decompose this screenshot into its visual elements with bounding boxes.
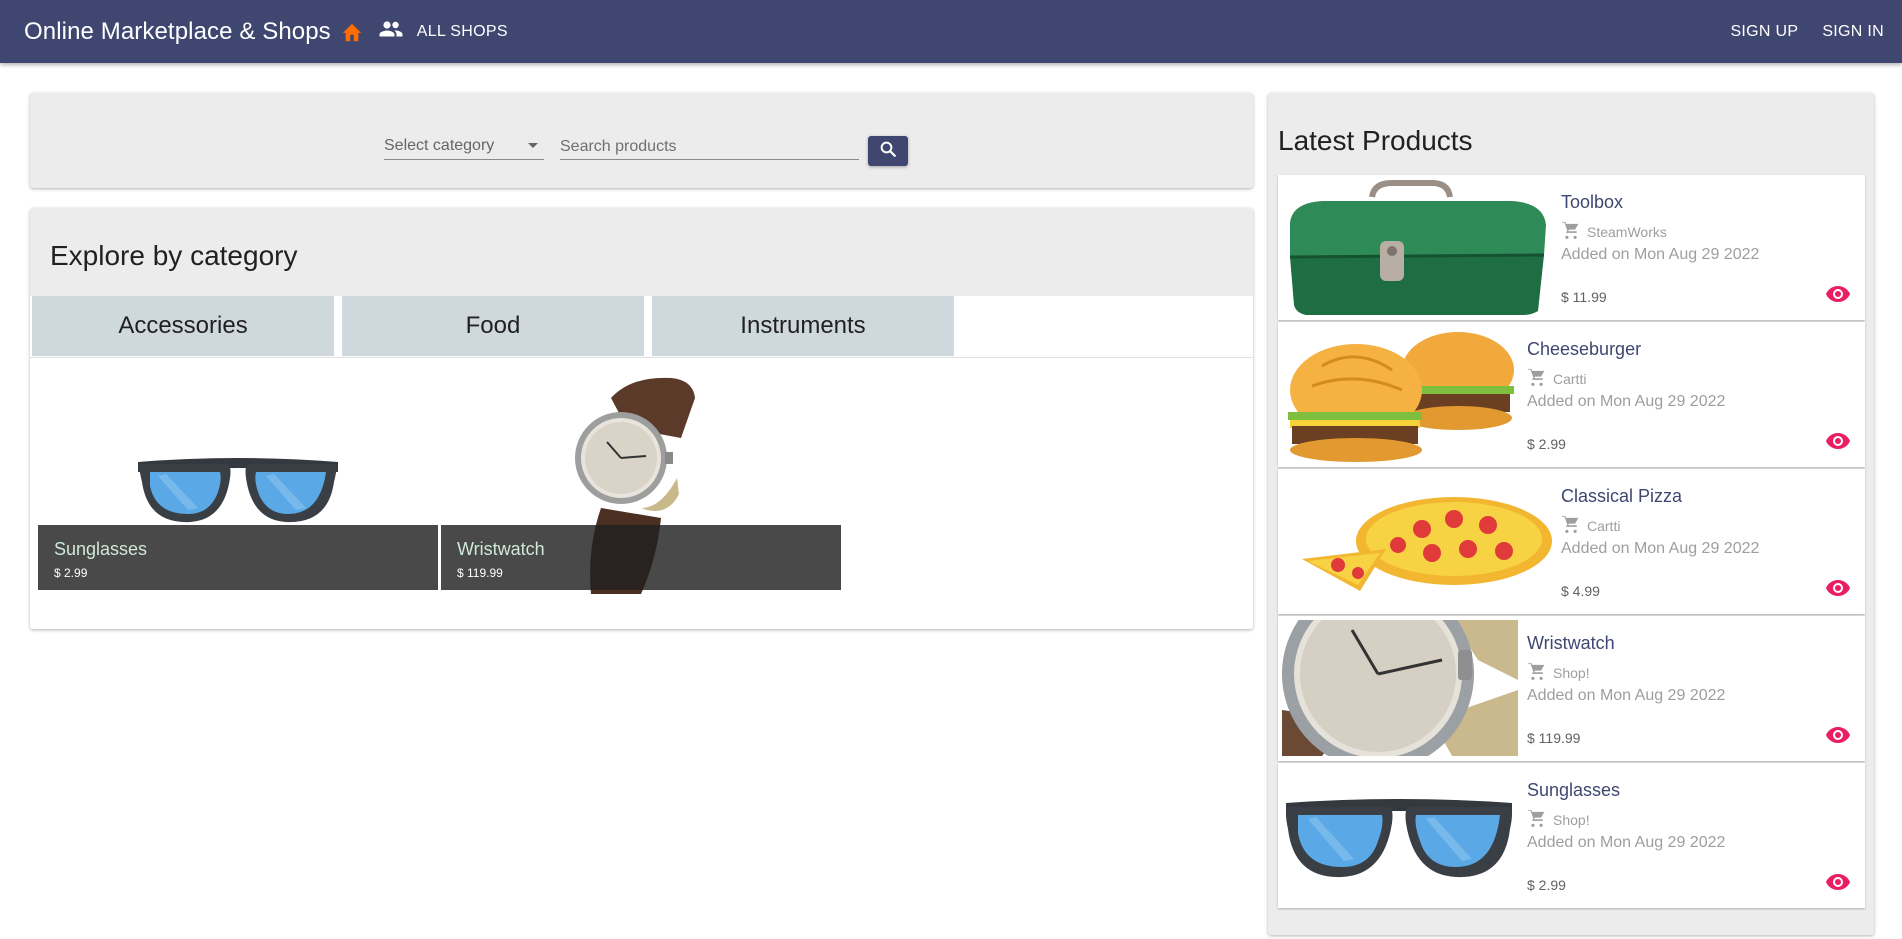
product-tile[interactable]: Sunglasses $ 2.99 [38, 358, 438, 595]
view-product-icon[interactable] [1825, 725, 1851, 745]
cart-icon [1527, 662, 1547, 683]
latest-products-card: Latest Products Toolbox SteamWorks Added… [1268, 93, 1874, 935]
tab-food[interactable]: Food [342, 296, 644, 356]
item-price: $ 2.99 [1527, 877, 1566, 893]
item-shop-name: Shop! [1553, 811, 1590, 828]
item-shop: Cartti [1561, 515, 1620, 536]
item-price: $ 119.99 [1527, 730, 1581, 746]
category-select[interactable]: Select category [384, 135, 544, 160]
latest-product-item[interactable]: Classical Pizza Cartti Added on Mon Aug … [1278, 469, 1865, 614]
search-icon [879, 140, 897, 163]
latest-products-title: Latest Products [1278, 125, 1473, 156]
explore-title: Explore by category [50, 240, 298, 271]
item-shop-name: Shop! [1553, 664, 1590, 681]
search-bar-card: Select category [30, 93, 1253, 188]
item-shop: Shop! [1527, 809, 1590, 830]
view-product-icon[interactable] [1825, 431, 1851, 451]
search-button[interactable] [868, 136, 908, 166]
cart-icon [1561, 221, 1581, 242]
item-product-name[interactable]: Toolbox [1561, 192, 1623, 213]
explore-header: Explore by category [30, 208, 1253, 296]
item-price: $ 4.99 [1561, 583, 1600, 599]
tile-product-name: Sunglasses [54, 539, 148, 559]
wristwatch-image [1282, 620, 1518, 756]
tile-caption: Wristwatch $ 119.99 [441, 525, 841, 590]
latest-product-item[interactable]: Cheeseburger Cartti Added on Mon Aug 29 … [1278, 322, 1865, 467]
toolbox-image [1282, 179, 1552, 315]
app-title: Online Marketplace & Shops [24, 17, 331, 45]
item-price: $ 11.99 [1561, 289, 1607, 305]
sign-up-button[interactable]: SIGN UP [1730, 23, 1798, 41]
view-product-icon[interactable] [1825, 872, 1851, 892]
item-added-date: Added on Mon Aug 29 2022 [1527, 393, 1726, 410]
search-input[interactable] [560, 135, 859, 160]
view-product-icon[interactable] [1825, 284, 1851, 304]
category-tabs: Accessories Food Instruments [30, 296, 1253, 358]
item-added-date: Added on Mon Aug 29 2022 [1561, 246, 1760, 263]
tile-product-price: $ 119.99 [457, 566, 503, 580]
dropdown-arrow-icon [528, 143, 538, 148]
latest-product-item[interactable]: Wristwatch Shop! Added on Mon Aug 29 202… [1278, 616, 1865, 761]
view-product-icon[interactable] [1825, 578, 1851, 598]
item-shop: Shop! [1527, 662, 1590, 683]
tab-accessories[interactable]: Accessories [32, 296, 334, 356]
item-shop: SteamWorks [1561, 221, 1667, 242]
sunglasses-image [1282, 767, 1518, 903]
cart-icon [1527, 809, 1547, 830]
item-price: $ 2.99 [1527, 436, 1566, 452]
tile-product-name: Wristwatch [457, 539, 545, 559]
item-added-date: Added on Mon Aug 29 2022 [1527, 687, 1726, 704]
latest-product-item[interactable]: Toolbox SteamWorks Added on Mon Aug 29 2… [1278, 175, 1865, 320]
item-shop: Cartti [1527, 368, 1586, 389]
item-added-date: Added on Mon Aug 29 2022 [1527, 834, 1726, 851]
sign-in-button[interactable]: SIGN IN [1822, 23, 1884, 41]
cart-icon [1561, 515, 1581, 536]
item-added-date: Added on Mon Aug 29 2022 [1561, 540, 1760, 557]
cart-icon [1527, 368, 1547, 389]
cheeseburger-image [1282, 326, 1518, 462]
all-shops-link[interactable]: ALL SHOPS [379, 21, 508, 42]
item-shop-name: Cartti [1587, 517, 1621, 534]
tab-instruments[interactable]: Instruments [652, 296, 954, 356]
explore-category-card: Explore by category Accessories Food Ins… [30, 208, 1253, 629]
category-select-value: Select category [384, 137, 495, 154]
item-shop-name: SteamWorks [1587, 223, 1667, 240]
item-product-name[interactable]: Classical Pizza [1561, 486, 1682, 507]
latest-product-item[interactable]: Sunglasses Shop! Added on Mon Aug 29 202… [1278, 763, 1865, 908]
item-product-name[interactable]: Cheeseburger [1527, 339, 1641, 360]
app-bar: Online Marketplace & Shops ALL SHOPS SIG… [0, 0, 1902, 63]
people-icon [379, 21, 403, 42]
item-product-name[interactable]: Sunglasses [1527, 780, 1620, 801]
all-shops-label: ALL SHOPS [416, 22, 508, 40]
tile-product-price: $ 2.99 [54, 566, 88, 580]
item-product-name[interactable]: Wristwatch [1527, 633, 1615, 654]
tile-caption: Sunglasses $ 2.99 [38, 525, 438, 590]
pizza-image [1282, 473, 1552, 609]
item-shop-name: Cartti [1553, 370, 1587, 387]
home-icon[interactable] [339, 19, 365, 45]
product-tile[interactable]: Wristwatch $ 119.99 [441, 358, 841, 595]
